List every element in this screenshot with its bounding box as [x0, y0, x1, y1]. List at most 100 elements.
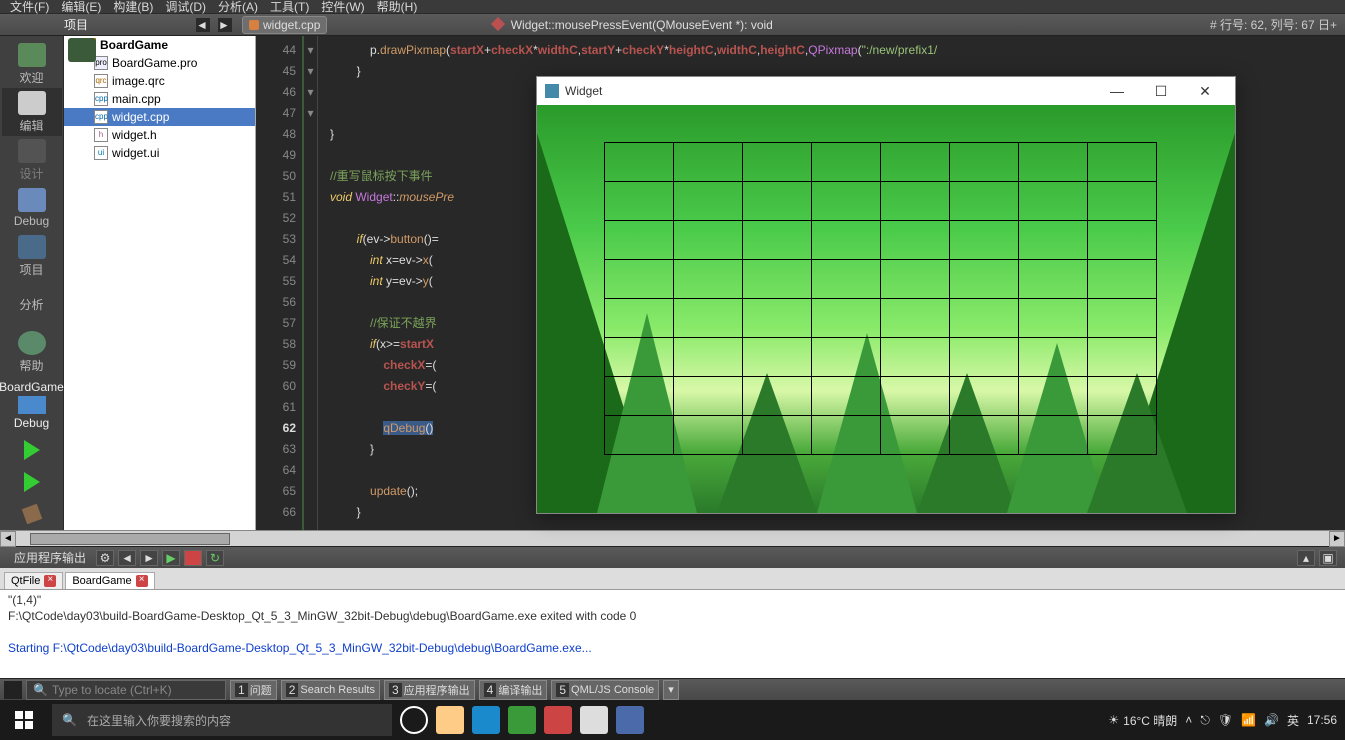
board-cell[interactable]	[673, 298, 743, 338]
output-body[interactable]: "(1,4)"F:\QtCode\day03\build-BoardGame-D…	[0, 590, 1345, 678]
board-cell[interactable]	[1018, 298, 1088, 338]
board-cell[interactable]	[880, 142, 950, 182]
status-panel-btn[interactable]: 4编译输出	[479, 680, 548, 700]
weather-widget[interactable]: ☀ 16°C 晴朗	[1108, 712, 1177, 729]
output-up-icon[interactable]: ▴	[1297, 550, 1315, 566]
minimize-button[interactable]: —	[1095, 77, 1139, 105]
mode-edit[interactable]: 编辑	[2, 88, 62, 136]
tray-vol-icon[interactable]: 🔊	[1264, 713, 1279, 727]
board-cell[interactable]	[880, 259, 950, 299]
board-cell[interactable]	[949, 181, 1019, 221]
board-cell[interactable]	[880, 337, 950, 377]
mode-welcome[interactable]: 欢迎	[2, 40, 62, 88]
board-cell[interactable]	[604, 376, 674, 416]
task-qt-icon[interactable]	[508, 706, 536, 734]
board-cell[interactable]	[604, 181, 674, 221]
board-cell[interactable]	[673, 337, 743, 377]
menu-item[interactable]: 控件(W)	[315, 0, 370, 15]
board-cell[interactable]	[1087, 220, 1157, 260]
mode-analyze[interactable]: 分析	[2, 280, 62, 328]
board-cell[interactable]	[880, 376, 950, 416]
tree-file[interactable]: h widget.h	[64, 126, 255, 144]
board-cell[interactable]	[880, 220, 950, 260]
menu-item[interactable]: 分析(A)	[212, 0, 264, 15]
tree-file[interactable]: cpp widget.cpp	[64, 108, 255, 126]
board-cell[interactable]	[811, 181, 881, 221]
board-cell[interactable]	[1087, 142, 1157, 182]
board-cell[interactable]	[880, 298, 950, 338]
tray-wifi-icon[interactable]: 📶	[1241, 713, 1256, 727]
scroll-right-icon[interactable]: ►	[1329, 531, 1345, 547]
output-rerun-icon[interactable]: ↻	[206, 550, 224, 566]
board-cell[interactable]	[949, 298, 1019, 338]
output-tab[interactable]: BoardGame×	[65, 572, 154, 589]
board-cell[interactable]	[742, 298, 812, 338]
mode-projects[interactable]: 项目	[2, 232, 62, 280]
function-selector[interactable]: Widget::mousePressEvent(QMouseEvent *): …	[487, 17, 778, 33]
board-cell[interactable]	[742, 376, 812, 416]
board-cell[interactable]	[1087, 181, 1157, 221]
output-run-icon[interactable]: ▶	[162, 550, 180, 566]
tree-file[interactable]: cpp main.cpp	[64, 90, 255, 108]
status-panel-btn[interactable]: 1问题	[230, 680, 277, 700]
start-button[interactable]	[0, 700, 48, 740]
board-cell[interactable]	[811, 337, 881, 377]
run-button[interactable]	[12, 436, 52, 464]
locator-input[interactable]: 🔍 Type to locate (Ctrl+K)	[26, 680, 226, 700]
build-button[interactable]	[12, 500, 52, 528]
board-cell[interactable]	[1018, 259, 1088, 299]
system-tray[interactable]: ☀ 16°C 晴朗 ˄ ⎋ 🛡 📶 🔊 英 17:56	[1100, 712, 1345, 729]
close-icon[interactable]: ×	[44, 575, 56, 587]
board-cell[interactable]	[604, 142, 674, 182]
board-cell[interactable]	[673, 142, 743, 182]
menu-item[interactable]: 文件(F)	[4, 0, 55, 15]
board-cell[interactable]	[811, 259, 881, 299]
board-cell[interactable]	[604, 298, 674, 338]
taskbar-search[interactable]: 🔍 在这里输入你要搜索的内容	[52, 704, 392, 736]
board-cell[interactable]	[949, 142, 1019, 182]
board-cell[interactable]	[742, 142, 812, 182]
mode-design[interactable]: 设计	[2, 136, 62, 184]
board-cell[interactable]	[811, 142, 881, 182]
back-icon[interactable]: ◄	[196, 18, 210, 32]
board-cell[interactable]	[949, 259, 1019, 299]
output-tab[interactable]: QtFile×	[4, 572, 63, 589]
output-settings-icon[interactable]: ⚙	[96, 550, 114, 566]
tray-up-icon[interactable]: ˄	[1185, 713, 1192, 727]
board-cell[interactable]	[811, 415, 881, 455]
status-panel-more[interactable]: ▾	[663, 680, 679, 700]
tray-shield-icon[interactable]: 🛡	[1218, 713, 1233, 727]
board-cell[interactable]	[1087, 376, 1157, 416]
task-edge-icon[interactable]	[472, 706, 500, 734]
board-cell[interactable]	[1087, 298, 1157, 338]
scroll-thumb[interactable]	[30, 533, 230, 545]
board-cell[interactable]	[1087, 415, 1157, 455]
widget-window[interactable]: Widget — ☐ ✕	[536, 76, 1236, 514]
board-cell[interactable]	[1018, 142, 1088, 182]
board-grid[interactable]	[605, 143, 1169, 467]
menu-item[interactable]: 构建(B)	[107, 0, 159, 15]
board-cell[interactable]	[742, 415, 812, 455]
board-cell[interactable]	[1018, 220, 1088, 260]
board-cell[interactable]	[673, 181, 743, 221]
board-cell[interactable]	[1087, 259, 1157, 299]
output-close-icon[interactable]: ▣	[1319, 550, 1337, 566]
board-cell[interactable]	[880, 181, 950, 221]
task-app-icon[interactable]	[544, 706, 572, 734]
fold-column[interactable]: ▾ ▾ ▾ ▾	[304, 36, 318, 530]
close-icon[interactable]: ×	[136, 575, 148, 587]
task-explorer-icon[interactable]	[436, 706, 464, 734]
board-cell[interactable]	[604, 415, 674, 455]
tray-ime[interactable]: 英	[1287, 712, 1299, 729]
board-cell[interactable]	[949, 376, 1019, 416]
board-cell[interactable]	[604, 220, 674, 260]
window-titlebar[interactable]: Widget — ☐ ✕	[537, 77, 1235, 105]
menu-item[interactable]: 调试(D)	[159, 0, 212, 15]
menu-item[interactable]: 帮助(H)	[371, 0, 424, 15]
output-prev-icon[interactable]: ◄	[118, 550, 136, 566]
board-cell[interactable]	[949, 337, 1019, 377]
task-app2-icon[interactable]	[580, 706, 608, 734]
maximize-button[interactable]: ☐	[1139, 77, 1183, 105]
board-cell[interactable]	[673, 259, 743, 299]
board-cell[interactable]	[1018, 337, 1088, 377]
